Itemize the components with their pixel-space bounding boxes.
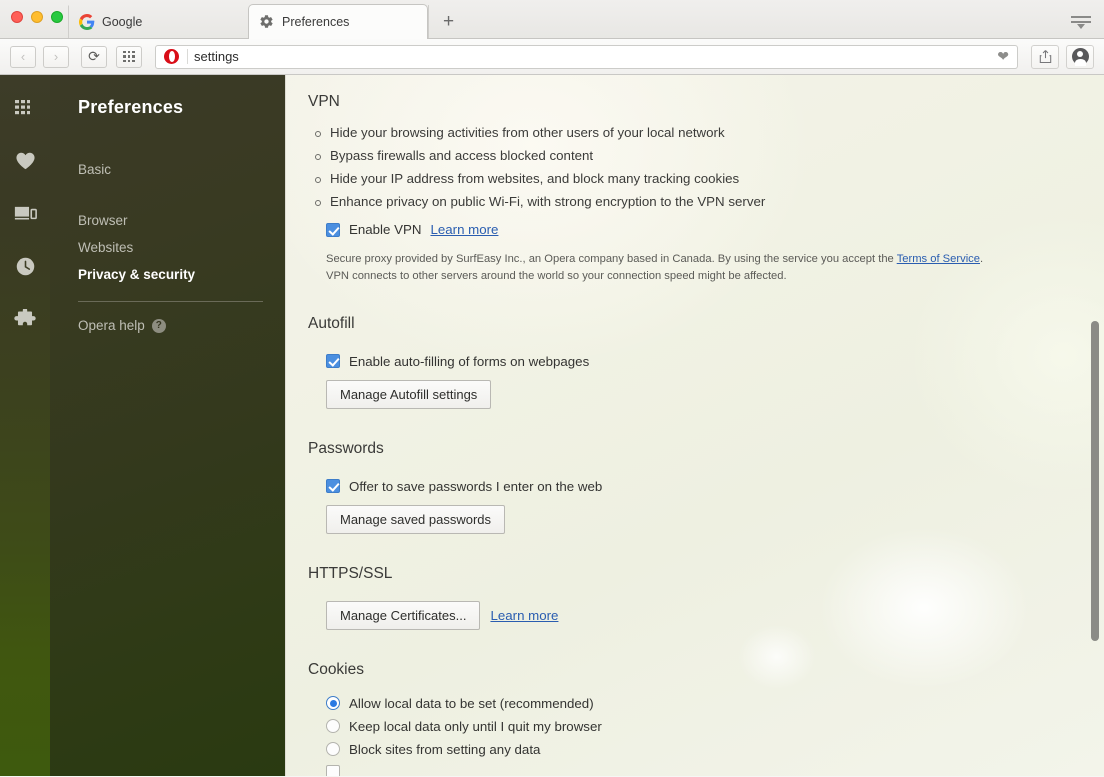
google-icon	[79, 14, 95, 30]
manage-certificates-button[interactable]: Manage Certificates...	[326, 600, 481, 630]
enable-vpn-checkbox[interactable]	[326, 222, 340, 237]
vpn-fineprint-text-b: .	[980, 253, 984, 265]
navigation-toolbar: ‹ › ⟳ settings ❤	[0, 39, 1104, 75]
address-separator	[187, 49, 188, 64]
cookie-option-session-radio[interactable]	[326, 719, 340, 734]
sidebar-item-basic[interactable]: Basic	[78, 156, 263, 183]
browser-window: Google Preferences + ‹ › ⟳ settings ❤ Pr…	[0, 0, 1104, 777]
speed-dial-grid-icon[interactable]	[116, 45, 142, 68]
devices-icon[interactable]	[13, 201, 37, 225]
section-title-autofill: Autofill	[308, 314, 355, 332]
tab-title: Preferences	[282, 15, 350, 29]
enable-autofill-label: Enable auto-filling of forms on webpages	[349, 353, 590, 369]
list-item: Enhance privacy on public Wi-Fi, with st…	[308, 194, 1104, 209]
new-tab-button[interactable]: +	[428, 5, 468, 38]
gear-icon	[259, 14, 275, 30]
browser-body: Preferences Basic Browser Websites Priva…	[0, 75, 1104, 776]
cookie-option-session-label: Keep local data only until I quit my bro…	[349, 718, 602, 734]
heart-icon[interactable]: ❤	[997, 48, 1011, 65]
manage-autofill-settings-button[interactable]: Manage Autofill settings	[326, 379, 492, 409]
enable-vpn-row[interactable]: Enable VPN Learn more	[326, 222, 1104, 237]
heart-icon[interactable]	[13, 148, 37, 172]
sidebar-item-websites[interactable]: Websites	[78, 234, 263, 261]
offer-save-passwords-label: Offer to save passwords I enter on the w…	[349, 478, 603, 494]
speed-dial-grid-icon[interactable]	[13, 95, 37, 119]
https-learn-more-link[interactable]: Learn more	[490, 608, 558, 623]
enable-autofill-row[interactable]: Enable auto-filling of forms on webpages	[326, 354, 1104, 369]
cookie-option-block-radio[interactable]	[326, 742, 340, 757]
back-button[interactable]: ‹	[10, 45, 36, 68]
tab-bar: Google Preferences +	[0, 0, 1104, 39]
settings-scroll-area: VPN Hide your browsing activities from o…	[286, 75, 1104, 776]
section-title-cookies: Cookies	[308, 660, 364, 678]
hamburger-menu-icon[interactable]	[1070, 14, 1092, 32]
vpn-benefits-list: Hide your browsing activities from other…	[308, 125, 1104, 209]
cookie-option-block-label: Block sites from setting any data	[349, 741, 541, 757]
offer-save-passwords-row[interactable]: Offer to save passwords I enter on the w…	[326, 479, 1104, 494]
address-input[interactable]: settings	[194, 49, 989, 64]
share-icon[interactable]	[1031, 44, 1059, 69]
clock-icon[interactable]	[13, 254, 37, 278]
tab-list: Google Preferences +	[68, 0, 468, 39]
cookie-option-allow-label: Allow local data to be set (recommended)	[349, 695, 594, 711]
enable-vpn-label: Enable VPN	[349, 222, 422, 237]
tab-title: Google	[102, 15, 143, 29]
cookie-option-allow-row[interactable]: Allow local data to be set (recommended)	[326, 696, 1104, 711]
list-item: Bypass firewalls and access blocked cont…	[308, 148, 1104, 163]
settings-content: VPN Hide your browsing activities from o…	[286, 75, 1104, 776]
tabbar-right-actions	[1070, 14, 1104, 38]
vpn-learn-more-link[interactable]: Learn more	[430, 222, 498, 237]
cookie-option-partial-row[interactable]	[326, 764, 1104, 776]
tab-google[interactable]: Google	[68, 5, 248, 38]
section-title-https-ssl: HTTPS/SSL	[308, 564, 393, 582]
vertical-scrollbar[interactable]	[1090, 75, 1100, 776]
sidebar-icon-strip	[0, 75, 50, 776]
sidebar-item-opera-help[interactable]: Opera help ?	[78, 312, 263, 339]
sidebar-item-privacy-security[interactable]: Privacy & security	[78, 261, 263, 288]
cookie-option-partial-checkbox[interactable]	[326, 764, 340, 776]
vpn-fineprint: Secure proxy provided by SurfEasy Inc., …	[326, 251, 1104, 285]
offer-save-passwords-checkbox[interactable]	[326, 479, 340, 494]
profile-icon[interactable]	[1066, 44, 1094, 69]
list-item: Hide your IP address from websites, and …	[308, 171, 1104, 186]
list-item: Hide your browsing activities from other…	[308, 125, 1104, 140]
reload-button[interactable]: ⟳	[81, 45, 107, 68]
scrollbar-thumb[interactable]	[1091, 321, 1099, 641]
zoom-window-button[interactable]	[51, 11, 63, 23]
opera-logo-icon	[164, 49, 179, 64]
window-controls	[11, 11, 63, 23]
section-title-passwords: Passwords	[308, 439, 384, 457]
manage-saved-passwords-button[interactable]: Manage saved passwords	[326, 504, 506, 534]
puzzle-icon[interactable]	[13, 307, 37, 331]
address-bar[interactable]: settings ❤	[155, 44, 1018, 69]
tab-preferences[interactable]: Preferences	[248, 4, 428, 39]
cookie-option-block-row[interactable]: Block sites from setting any data	[326, 742, 1104, 757]
cookie-option-session-row[interactable]: Keep local data only until I quit my bro…	[326, 719, 1104, 734]
sidebar-divider	[78, 301, 263, 302]
vpn-fineprint-line2: VPN connects to other servers around the…	[326, 269, 787, 282]
vpn-fineprint-text-a: Secure proxy provided by SurfEasy Inc., …	[326, 253, 897, 265]
help-question-icon: ?	[151, 318, 166, 333]
section-title-vpn: VPN	[308, 93, 340, 110]
sidebar-item-label: Opera help	[78, 318, 145, 333]
sidebar-item-browser[interactable]: Browser	[78, 207, 263, 234]
cookie-option-allow-radio[interactable]	[326, 696, 340, 711]
close-window-button[interactable]	[11, 11, 23, 23]
page-title: Preferences	[78, 97, 184, 117]
minimize-window-button[interactable]	[31, 11, 43, 23]
preferences-panel: Preferences Basic Browser Websites Priva…	[50, 75, 286, 776]
forward-button[interactable]: ›	[43, 45, 69, 68]
enable-autofill-checkbox[interactable]	[326, 354, 340, 369]
terms-of-service-link[interactable]: Terms of Service	[897, 253, 980, 265]
